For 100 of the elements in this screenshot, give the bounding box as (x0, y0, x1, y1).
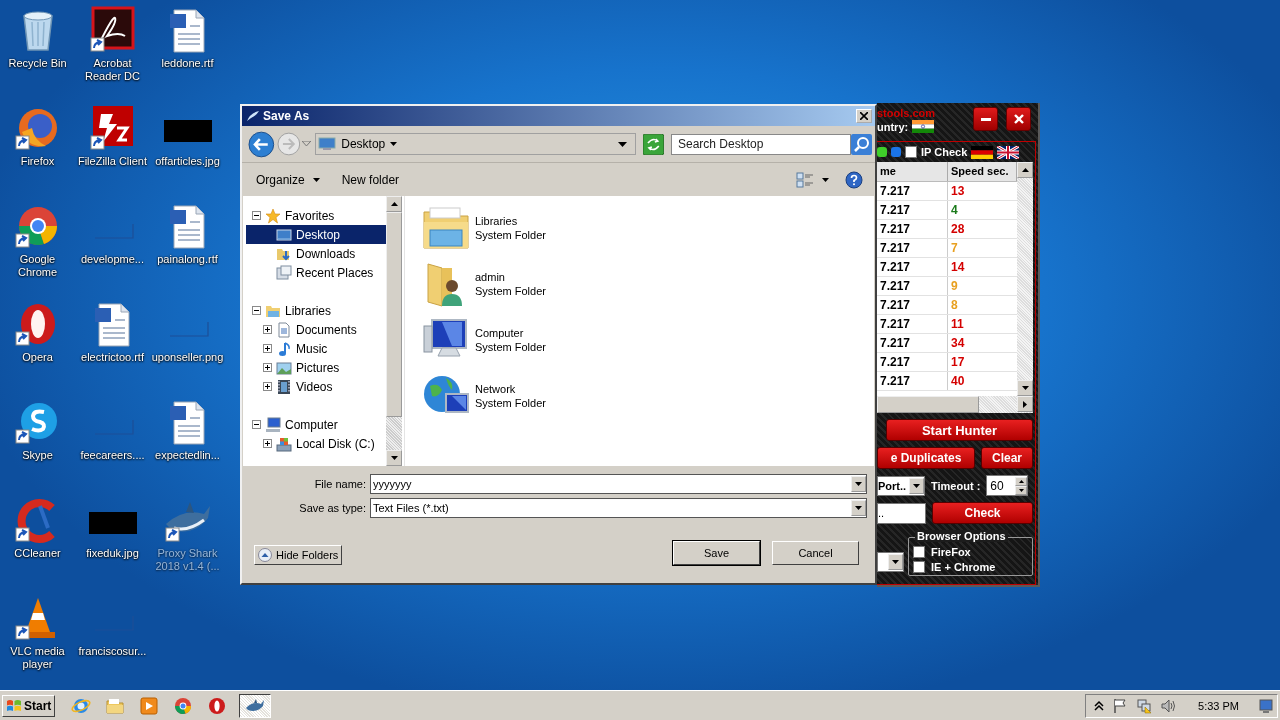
checkbox[interactable] (913, 546, 925, 558)
scrollbar[interactable] (877, 396, 1033, 413)
disk-drive-icon (276, 435, 292, 452)
browser-icon (173, 695, 194, 716)
help-icon[interactable] (845, 170, 863, 189)
network-icon[interactable] (1136, 697, 1153, 714)
timeout-spinner[interactable]: 60 (986, 475, 1029, 496)
back-button[interactable] (248, 130, 275, 158)
file-type-select[interactable]: Text Files (*.txt) (370, 498, 867, 518)
item-type: System Folder (475, 228, 546, 242)
item-name[interactable]: Libraries (475, 214, 546, 228)
chevron-up-icon[interactable] (1094, 699, 1105, 712)
star-icon (265, 207, 281, 224)
minimize-button[interactable] (973, 107, 998, 131)
tree-item[interactable]: Favorites (246, 206, 386, 225)
item-name[interactable]: admin (475, 270, 546, 284)
browser-icon (207, 695, 228, 716)
collapse-toggle[interactable] (252, 306, 261, 315)
caret-icon (892, 560, 899, 564)
collapse-toggle[interactable] (252, 211, 261, 220)
tree-item[interactable]: Libraries (246, 301, 386, 320)
recent-places-icon (276, 264, 292, 281)
start-button[interactable]: Start (2, 694, 56, 717)
desktop-icon-label: uponseller.png (151, 351, 224, 364)
tree-item[interactable]: Music (246, 339, 386, 358)
table-cell-text: 40 (950, 373, 966, 390)
proxy-field[interactable]: .. (877, 502, 926, 524)
expand-toggle[interactable] (263, 325, 272, 334)
dropdown-button[interactable] (851, 500, 866, 516)
hide-folders-button[interactable]: Hide Folders (254, 545, 343, 565)
dropdown-button[interactable] (909, 477, 924, 494)
item-name[interactable]: Network (475, 382, 546, 396)
arrow-up-icon[interactable] (390, 202, 398, 206)
organize-button[interactable]: Organize (250, 172, 326, 187)
save-button[interactable]: Save (673, 541, 760, 565)
dropdown-button[interactable] (851, 476, 866, 492)
address-bar[interactable]: Desktop (315, 133, 637, 155)
item-name[interactable]: Computer (475, 326, 546, 340)
dropdown-button[interactable] (888, 554, 903, 570)
caret-icon[interactable] (618, 141, 628, 147)
app-tile-icon[interactable] (88, 6, 137, 54)
cancel-button[interactable]: Cancel (772, 541, 859, 565)
history-dropdown[interactable] (302, 141, 312, 147)
tree-item[interactable]: Documents (246, 320, 386, 339)
document-icon (276, 321, 292, 338)
window-title: stools.com (877, 107, 937, 120)
tree-item[interactable]: Downloads (246, 244, 386, 263)
collapse-toggle[interactable] (252, 420, 261, 429)
clock[interactable]: 5:33 PM (1198, 699, 1239, 712)
checkbox[interactable] (905, 146, 917, 158)
browser-select[interactable] (877, 552, 904, 572)
desktop-icon-label: Acrobat Reader DC (84, 57, 141, 83)
tree-item[interactable]: Videos (246, 377, 386, 396)
check-button[interactable]: Check (932, 502, 1033, 524)
country-label: untry: (877, 120, 909, 133)
table-cell-text: 14 (950, 259, 966, 276)
folder-icon[interactable] (422, 204, 470, 252)
refresh-button[interactable] (643, 133, 664, 155)
desktop-icon-label: Google Chrome (16, 253, 59, 279)
taskbar-button[interactable] (239, 693, 272, 718)
scrollbar[interactable] (386, 196, 402, 466)
port-select[interactable]: Port.. (877, 475, 925, 496)
arrow-down-icon[interactable] (390, 456, 398, 460)
tree-item[interactable]: Desktop (246, 225, 386, 244)
tree-item[interactable]: Pictures (246, 358, 386, 377)
show-desktop-button[interactable] (1259, 697, 1273, 714)
tree-item[interactable]: Local Disk (C:) (246, 434, 386, 453)
expand-toggle[interactable] (263, 344, 272, 353)
caret-icon[interactable] (822, 177, 829, 182)
monitor-icon (318, 137, 337, 151)
new-folder-button[interactable]: New folder (335, 172, 406, 187)
checkbox[interactable] (913, 561, 925, 573)
duplicates-button[interactable]: e Duplicates (877, 447, 975, 469)
arrow-down-icon[interactable] (1018, 488, 1024, 492)
file-name-field[interactable]: yyyyyyy (370, 474, 867, 494)
search-icon[interactable] (851, 133, 872, 155)
arrow-right-icon[interactable] (1023, 400, 1027, 408)
expand-toggle[interactable] (263, 439, 272, 448)
table-cell-text: 11 (950, 316, 965, 333)
table-cell-text: 9 (950, 278, 959, 295)
close-button[interactable] (1006, 107, 1031, 131)
volume-icon[interactable] (1160, 697, 1177, 714)
expand-toggle[interactable] (263, 363, 272, 372)
flag-icon[interactable] (997, 145, 1020, 159)
scrollbar[interactable] (1017, 162, 1033, 396)
arrow-down-icon[interactable] (1021, 386, 1029, 390)
start-button[interactable]: Start Hunter (886, 419, 1033, 441)
desktop-icon-label: VLC media player (9, 645, 66, 671)
expand-toggle[interactable] (263, 382, 272, 391)
computer-icon (265, 416, 281, 433)
clear-button[interactable]: Clear (981, 447, 1033, 469)
flag-icon[interactable] (971, 145, 994, 159)
tree-item[interactable]: Computer (246, 415, 386, 434)
desktop-icon-label: offarticles.jpg (155, 155, 220, 168)
arrow-up-icon[interactable] (1021, 168, 1029, 172)
tree-item[interactable]: Recent Places (246, 263, 386, 282)
desktop-icon-label: leddone.rtf (161, 57, 214, 70)
table-cell-text: 28 (950, 221, 966, 238)
arrow-up-icon[interactable] (1018, 479, 1024, 483)
caret-icon[interactable] (390, 142, 398, 146)
